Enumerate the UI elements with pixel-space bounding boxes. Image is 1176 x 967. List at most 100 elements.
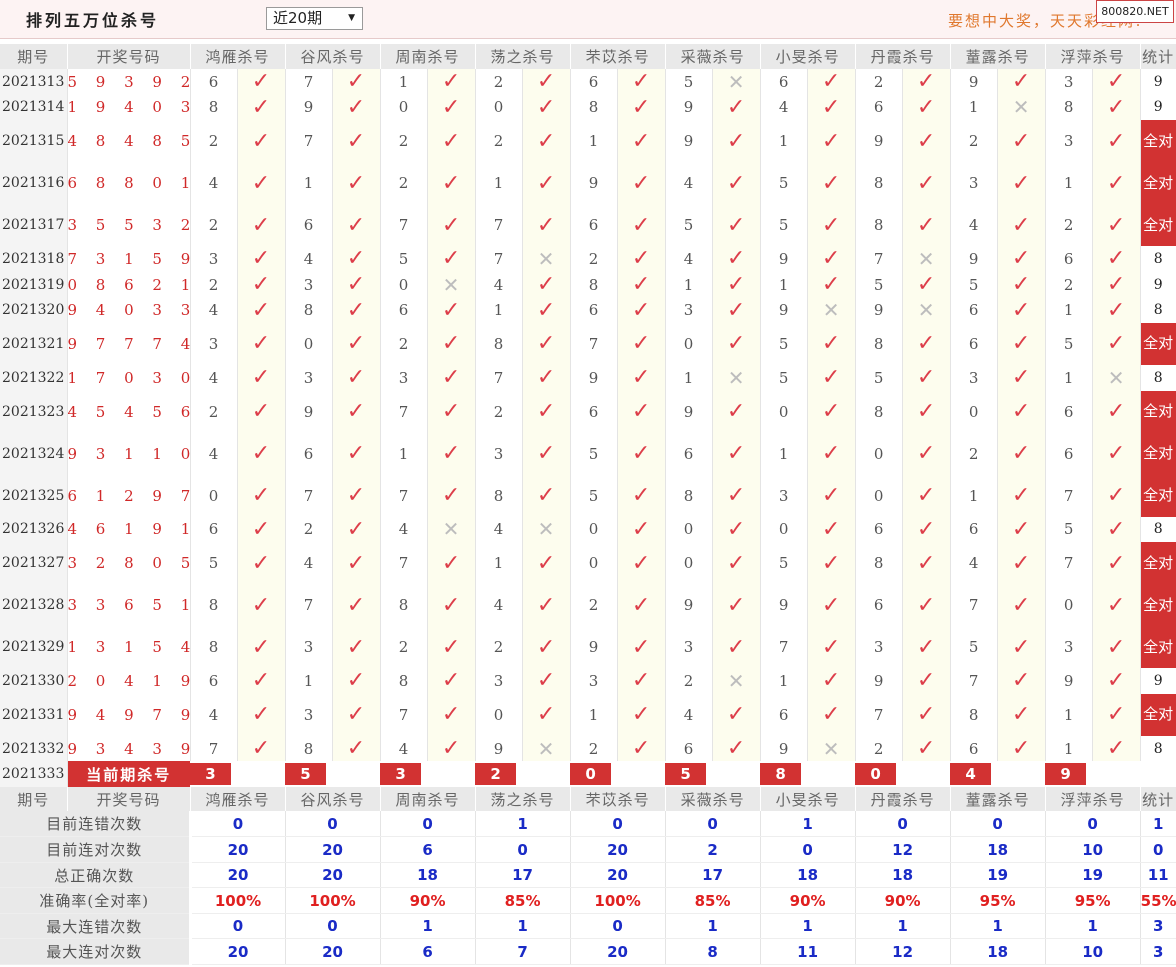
kill-digit: 3 <box>665 626 713 669</box>
all-correct-badge: 全对 <box>1140 432 1176 475</box>
stats-value: 1 <box>760 811 856 838</box>
check-mark-icon: ✓ <box>332 432 381 475</box>
stats-value: 17 <box>475 862 571 889</box>
check-mark-icon: ✓ <box>712 271 761 298</box>
stats-value: 0 <box>665 811 761 838</box>
kill-digit: 1 <box>950 94 998 121</box>
all-correct-badge: 全对 <box>1140 120 1176 163</box>
draw-numbers: 4 8 4 8 5 <box>67 120 191 163</box>
check-mark-icon: ✓ <box>807 120 856 163</box>
correct-count: 9 <box>1140 271 1176 298</box>
check-mark-icon: ✓ <box>427 432 476 475</box>
check-mark-icon: ✓ <box>1092 94 1141 121</box>
check-mark-icon: ✓ <box>237 693 286 736</box>
kill-digit: 2 <box>380 322 428 365</box>
check-mark-icon: ✓ <box>997 297 1046 323</box>
check-mark-icon: ✓ <box>617 364 666 391</box>
check-mark-icon: ✓ <box>807 474 856 517</box>
check-mark-icon: ✓ <box>997 204 1046 247</box>
stats-total: 1 <box>1140 811 1176 838</box>
check-mark-icon: ✓ <box>997 69 1046 95</box>
kill-digit: 4 <box>285 542 333 585</box>
stats-value: 20 <box>190 938 286 965</box>
check-mark-icon: ✓ <box>997 542 1046 585</box>
stats-label: 总正确次数 <box>0 862 192 889</box>
kill-digit: 1 <box>950 474 998 517</box>
check-mark-icon: ✓ <box>712 584 761 627</box>
kill-digit: 3 <box>285 626 333 669</box>
kill-digit: 3 <box>285 693 333 736</box>
period-select[interactable]: 近20期 ▼ <box>266 7 363 30</box>
kill-digit: 6 <box>760 69 808 95</box>
check-mark-icon: ✓ <box>1092 626 1141 669</box>
kill-digit: 0 <box>380 271 428 298</box>
kill-digit: 2 <box>190 120 238 163</box>
issue-number: 2021315 <box>0 120 68 163</box>
check-mark-icon: ✓ <box>1092 120 1141 163</box>
table-row: 2021322 1 7 0 3 0 4 ✓ 3 ✓ 3 ✓ 7 ✓ 9 ✓ 1 ✕ 5 ✓ 5 ✓ 3 ✓ 1 ✕ 8 <box>0 364 1176 391</box>
draw-numbers: 2 0 4 1 9 <box>67 668 191 694</box>
check-mark-icon: ✓ <box>522 693 571 736</box>
kill-digit: 4 <box>665 162 713 205</box>
kill-digit: 5 <box>950 271 998 298</box>
kill-digit: 6 <box>285 204 333 247</box>
current-kill-number: 5 <box>665 763 707 786</box>
check-mark-icon: ✓ <box>427 542 476 585</box>
current-kill-cell: 8 <box>760 761 855 787</box>
kill-digit: 7 <box>285 69 333 95</box>
kill-digit: 1 <box>760 432 808 475</box>
draw-numbers: 1 9 4 0 3 <box>67 94 191 121</box>
column-header-expert: 芣苡杀号 <box>570 44 666 69</box>
check-mark-icon: ✓ <box>997 626 1046 669</box>
check-mark-icon: ✓ <box>332 204 381 247</box>
check-mark-icon: ✓ <box>712 542 761 585</box>
kill-digit: 6 <box>855 584 903 627</box>
stats-value: 20 <box>570 836 666 863</box>
kill-digit: 4 <box>475 271 523 298</box>
kill-digit: 4 <box>190 693 238 736</box>
stats-value: 0 <box>1045 811 1141 838</box>
issue-number: 2021332 <box>0 735 68 762</box>
check-mark-icon: ✓ <box>332 271 381 298</box>
check-mark-icon: ✓ <box>617 516 666 543</box>
draw-numbers: 5 9 3 9 2 <box>67 69 191 95</box>
kill-digit: 2 <box>855 69 903 95</box>
kill-digit: 2 <box>475 390 523 433</box>
stats-value: 0 <box>285 913 381 940</box>
kill-digit: 6 <box>950 516 998 543</box>
kill-digit: 8 <box>855 322 903 365</box>
column-header-expert: 荡之杀号 <box>475 44 571 69</box>
all-correct-badge: 全对 <box>1140 322 1176 365</box>
kill-digit: 0 <box>475 94 523 121</box>
current-stats-empty <box>1140 761 1176 788</box>
check-mark-icon: ✓ <box>807 322 856 365</box>
check-mark-icon: ✓ <box>427 626 476 669</box>
check-mark-icon: ✓ <box>332 693 381 736</box>
kill-digit: 2 <box>380 626 428 669</box>
all-correct-badge: 全对 <box>1140 204 1176 247</box>
correct-count: 8 <box>1140 735 1176 762</box>
kill-digit: 3 <box>285 364 333 391</box>
kill-digit: 2 <box>665 668 713 694</box>
check-mark-icon: ✓ <box>902 432 951 475</box>
check-mark-icon: ✓ <box>1092 735 1141 762</box>
kill-digit: 6 <box>190 668 238 694</box>
current-kill-number: 8 <box>760 763 802 786</box>
check-mark-icon: ✓ <box>712 120 761 163</box>
check-mark-icon: ✓ <box>332 584 381 627</box>
kill-digit: 8 <box>570 94 618 121</box>
stats-value: 18 <box>380 862 476 889</box>
stats-label: 最大连错次数 <box>0 913 192 940</box>
check-mark-icon: ✓ <box>997 735 1046 762</box>
draw-numbers: 1 3 1 5 4 <box>67 626 191 669</box>
cross-mark-icon: ✕ <box>522 735 571 762</box>
kill-digit: 1 <box>1045 162 1093 205</box>
column-header-stats: 统计 <box>1140 787 1176 812</box>
stats-value: 95% <box>950 887 1046 914</box>
table-row: 2021315 4 8 4 8 5 2 ✓ 7 ✓ 2 ✓ 2 ✓ 1 ✓ 9 ✓ 1 ✓ 9 ✓ 2 ✓ 3 ✓ 全对 <box>0 120 1176 163</box>
issue-number: 2021331 <box>0 693 68 736</box>
stats-value: 1 <box>665 913 761 940</box>
kill-digit: 0 <box>1045 584 1093 627</box>
correct-count: 8 <box>1140 297 1176 323</box>
kill-digit: 3 <box>475 432 523 475</box>
